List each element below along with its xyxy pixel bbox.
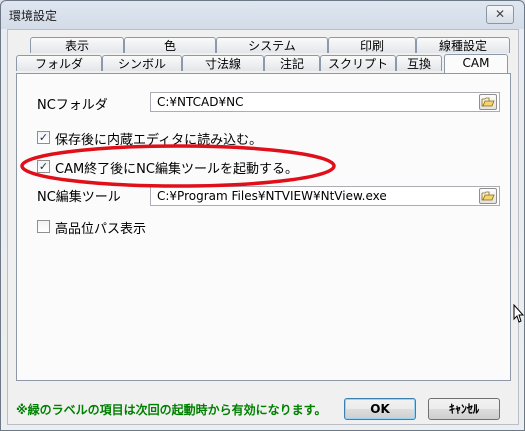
- tab-symbol[interactable]: シンボル: [102, 55, 182, 71]
- window-title: 環境設定: [9, 9, 58, 23]
- ok-button[interactable]: OK: [344, 398, 416, 420]
- tab-compat[interactable]: 互換: [396, 55, 442, 71]
- tab-linetype[interactable]: 線種設定: [416, 37, 510, 53]
- tab-annotation[interactable]: 注記: [264, 55, 320, 71]
- nc-tool-browse-button[interactable]: [479, 188, 497, 204]
- title-bar[interactable]: 環境設定 ✕: [1, 1, 524, 29]
- close-button[interactable]: ✕: [486, 5, 514, 24]
- tab-system[interactable]: システム: [216, 37, 328, 53]
- highlight-ellipse: [20, 144, 336, 188]
- close-icon: ✕: [494, 7, 506, 21]
- tab-print[interactable]: 印刷: [328, 37, 416, 53]
- tab-dimension[interactable]: 寸法線: [182, 55, 264, 71]
- tab-folder[interactable]: フォルダ: [16, 55, 102, 71]
- restart-note: ※緑のラベルの項目は次回の起動時から有効になります。: [16, 403, 327, 417]
- resize-cursor-icon: [513, 304, 525, 323]
- cancel-button[interactable]: ｷｬﾝｾﾙ: [428, 398, 500, 420]
- high-quality-path-checkbox[interactable]: [37, 220, 50, 233]
- folder-open-icon: [481, 191, 495, 201]
- nc-folder-label: NCフォルダ: [37, 98, 108, 113]
- nc-folder-value: C:¥NTCAD¥NC: [157, 95, 244, 109]
- high-quality-path-label: 高品位パス表示: [55, 222, 147, 237]
- nc-folder-browse-button[interactable]: [479, 94, 497, 110]
- tab-cam[interactable]: CAM: [444, 54, 508, 73]
- tab-display[interactable]: 表示: [30, 37, 124, 53]
- folder-open-icon: [481, 97, 495, 107]
- nc-folder-field[interactable]: C:¥NTCAD¥NC: [150, 92, 500, 112]
- tab-color[interactable]: 色: [124, 37, 216, 53]
- tab-script[interactable]: スクリプト: [320, 55, 396, 71]
- cam-tab-panel: NCフォルダ C:¥NTCAD¥NC ✓ 保存後に内蔵エディタに読み込む。 ✓ …: [16, 73, 511, 381]
